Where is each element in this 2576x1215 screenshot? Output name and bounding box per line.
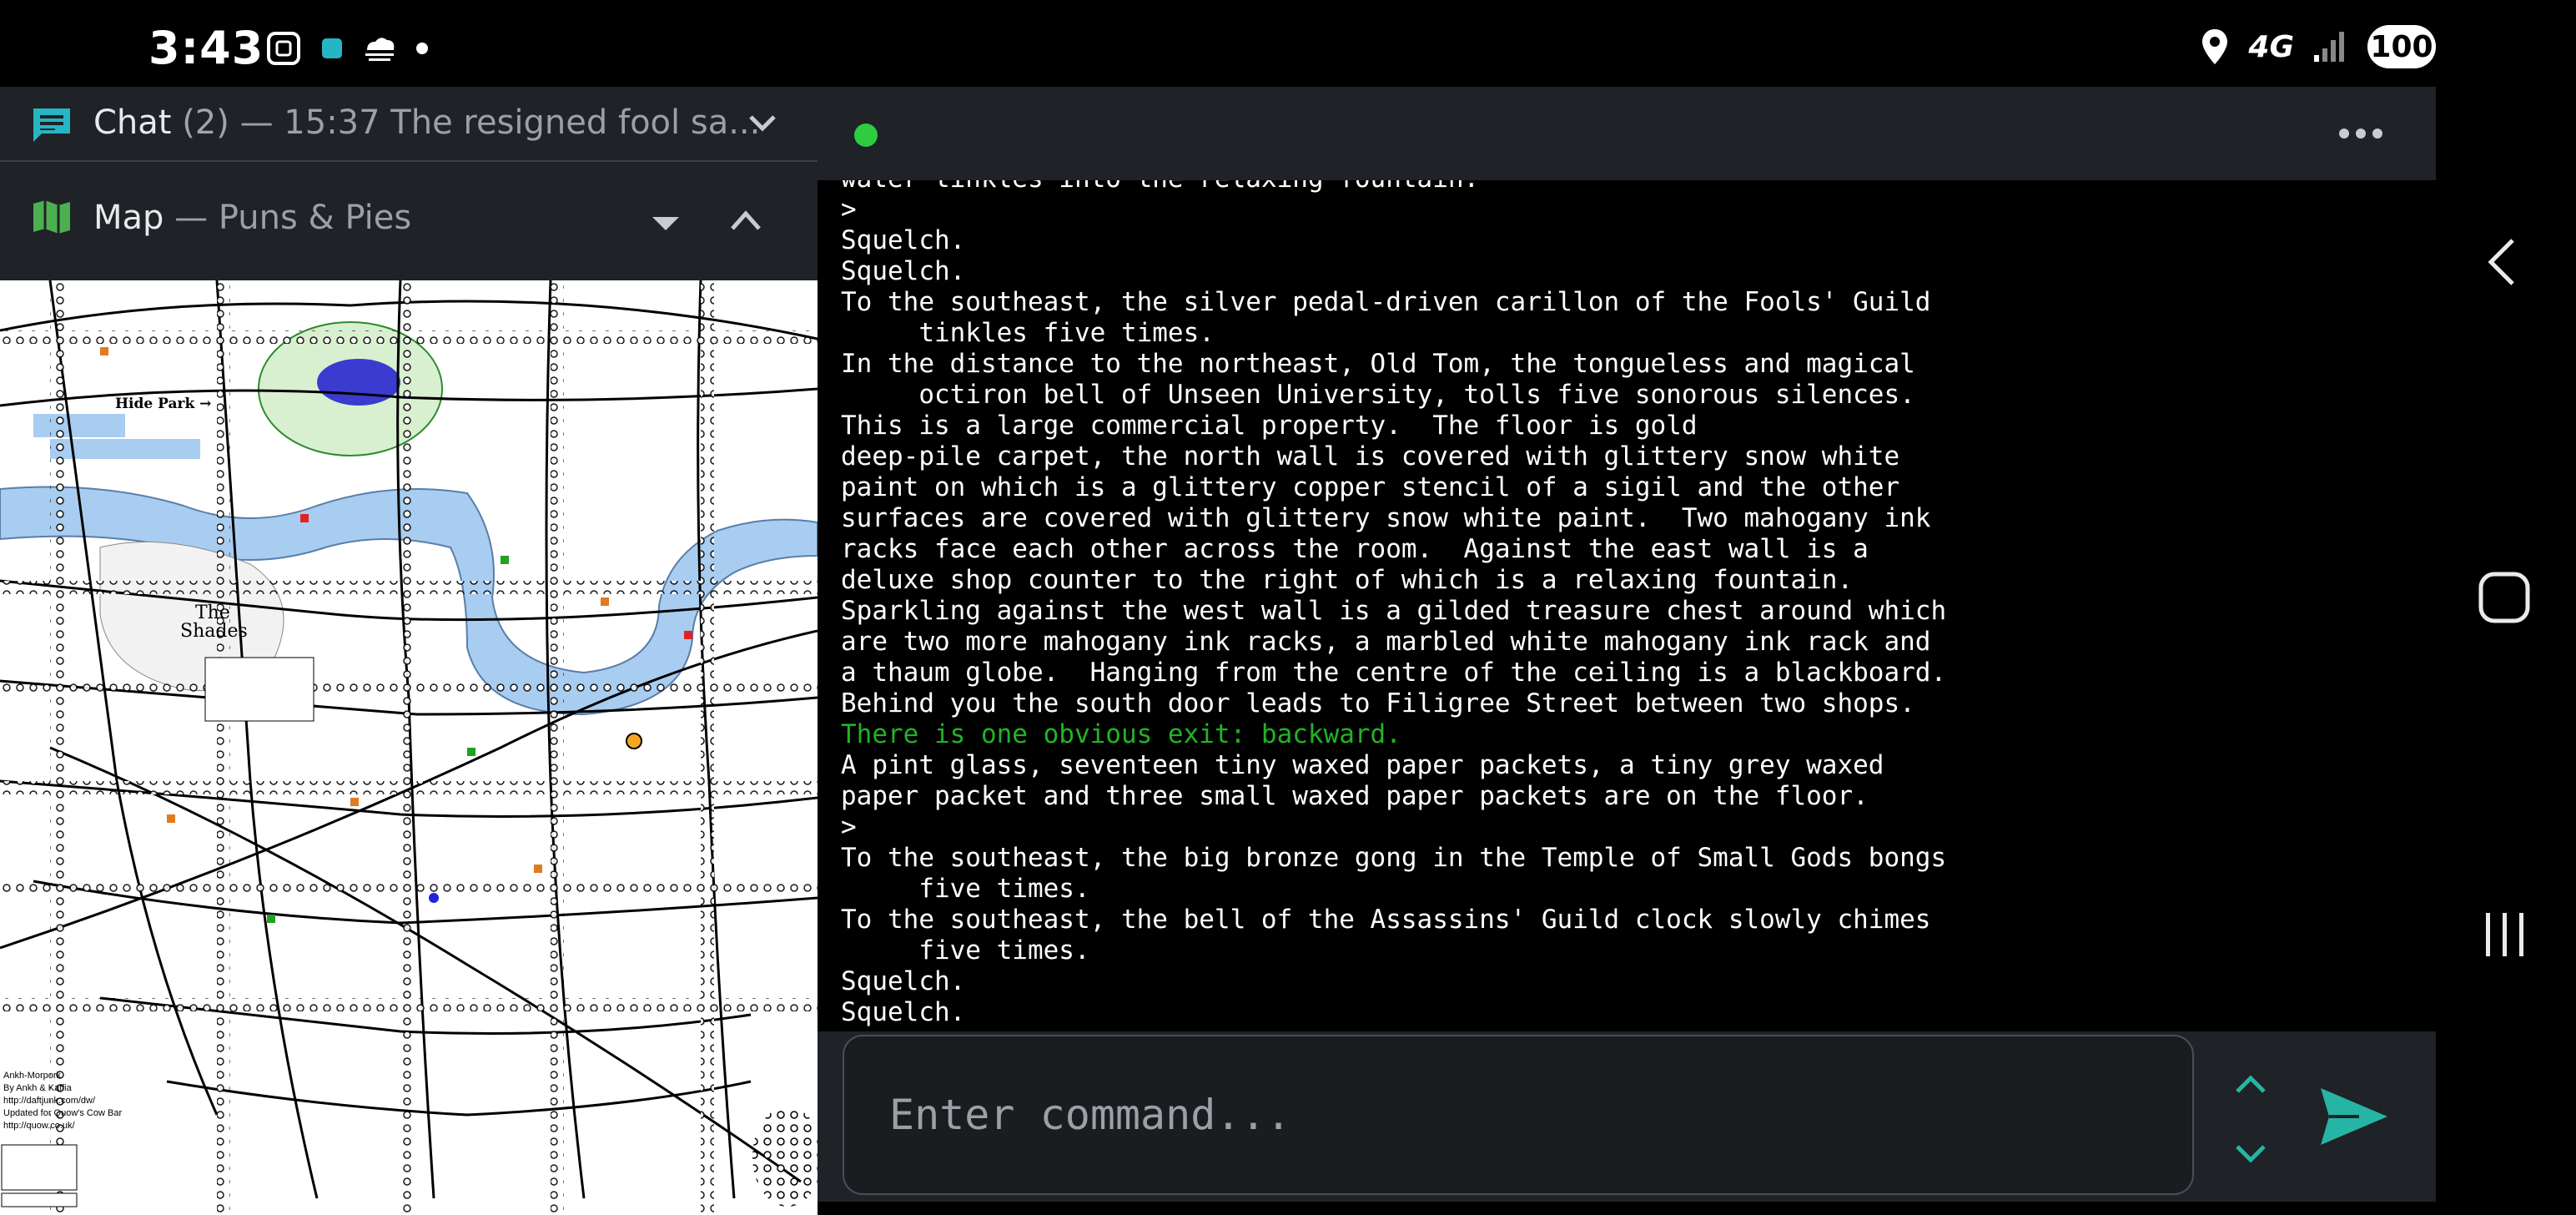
terminal-line: This is a large commercial property. The… (841, 411, 1698, 441)
status-icons-right: 4G 100 (2200, 25, 2436, 68)
terminal-line: Squelch. (841, 225, 966, 255)
map-credit-line: Ankh-Morpork (3, 1071, 62, 1081)
city-map[interactable]: Hide Park → The Shades Ankh-Morpork By A… (0, 280, 818, 1215)
command-input[interactable] (843, 1035, 2194, 1195)
terminal-line: deluxe shop counter to the right of whic… (841, 565, 1854, 595)
terminal-line: water tinkles into the relaxing fountain… (841, 180, 2426, 194)
map-title: Map (93, 199, 164, 237)
terminal-line: five times. (841, 874, 1090, 904)
status-icons-left (265, 30, 429, 67)
map-graphic (0, 280, 818, 1215)
recents-icon[interactable] (2471, 908, 2538, 961)
status-time: 3:43 (148, 22, 264, 74)
terminal-line: are two more mahogany ink racks, a marbl… (841, 627, 1931, 657)
send-icon[interactable] (2317, 1085, 2391, 1148)
terminal-header (818, 87, 2436, 180)
network-type: 4G (2248, 29, 2294, 64)
chevron-down-icon[interactable] (746, 108, 779, 139)
terminal-line: Squelch. (841, 256, 966, 286)
terminal-line: In the distance to the northeast, Old To… (841, 349, 1915, 379)
chat-title: Chat (93, 103, 172, 142)
terminal-line: racks face each other across the room. A… (841, 534, 1869, 564)
terminal-line: Behind you the south door leads to Filig… (841, 688, 1915, 718)
terminal-line: A pint glass, seventeen tiny waxed paper… (841, 750, 1884, 780)
terminal-line: surfaces are covered with glittery snow … (841, 503, 1931, 533)
left-panel: Chat (2) — 15:37 The resigned fool sa...… (0, 87, 818, 1215)
terminal-line: > (841, 194, 857, 224)
history-down-icon[interactable] (2229, 1138, 2272, 1172)
signal-icon (2314, 32, 2344, 62)
chat-header[interactable]: Chat (2) — 15:37 The resigned fool sa... (0, 87, 818, 162)
map-label-shades: Shades (180, 621, 248, 642)
terminal-line: > (841, 812, 857, 842)
chat-count: (2) (182, 103, 229, 142)
chat-latest-message: — 15:37 The resigned fool sa... (239, 103, 761, 142)
app-icon (322, 38, 342, 58)
weather-icon (365, 38, 395, 61)
terminal-line: octiron bell of Unseen University, tolls… (841, 380, 1915, 410)
more-options-icon[interactable] (2336, 118, 2386, 149)
map-credits: Ankh-Morpork By Ankh & Kaffia http://daf… (3, 1070, 122, 1132)
home-icon[interactable] (2471, 571, 2538, 624)
connection-status-icon (854, 124, 878, 147)
history-up-icon[interactable] (2229, 1066, 2272, 1100)
dot-icon (416, 43, 428, 54)
terminal-line: To the southeast, the silver pedal-drive… (841, 287, 1931, 317)
terminal-line: a thaum globe. Hanging from the centre o… (841, 658, 1947, 688)
screenshot-icon (267, 32, 300, 65)
terminal-output[interactable]: water tinkles into the relaxing fountain… (818, 180, 2436, 1031)
map-label-hide-park: Hide Park → (115, 396, 212, 412)
map-icon (33, 200, 70, 234)
chat-title-row: Chat (2) — 15:37 The resigned fool sa... (93, 103, 760, 142)
navigation-bar (2436, 0, 2576, 1202)
map-credit-line: By Ankh & Kaffia (3, 1083, 72, 1093)
status-bar: 3:43 4G 100 (0, 0, 2436, 87)
terminal-line: To the southeast, the bell of the Assass… (841, 905, 1931, 935)
map-subtitle: — Puns & Pies (174, 199, 412, 237)
terminal-line: five times. (841, 935, 1090, 965)
terminal-line: Squelch. (841, 966, 966, 996)
caret-down-icon[interactable] (647, 212, 684, 237)
map-credit-line: http://quow.co.uk/ (3, 1121, 75, 1131)
map-credit-line: Updated for Quow's Cow Bar (3, 1108, 123, 1118)
chat-icon (33, 108, 70, 142)
terminal-line: tinkles five times. (841, 318, 1215, 348)
battery-indicator: 100 (2367, 25, 2436, 68)
chevron-up-icon[interactable] (727, 205, 764, 235)
terminal-line: paper packet and three small waxed paper… (841, 781, 1869, 811)
terminal-line: Squelch. (841, 997, 966, 1027)
map-credit-line: http://daftjunk.com/dw/ (3, 1096, 96, 1106)
terminal-line: Sparkling against the west wall is a gil… (841, 596, 1947, 626)
terminal-line: paint on which is a glittery copper sten… (841, 472, 1900, 502)
terminal-line: There is one obvious exit: backward. (841, 719, 1401, 749)
back-icon[interactable] (2471, 237, 2538, 287)
terminal-line: deep-pile carpet, the north wall is cove… (841, 441, 1900, 471)
terminal-text: water tinkles into the relaxing fountain… (841, 180, 2426, 1028)
location-icon (2202, 29, 2228, 64)
terminal-line: To the southeast, the big bronze gong in… (841, 843, 1947, 873)
map-title-row: Map — Puns & Pies (93, 199, 411, 237)
